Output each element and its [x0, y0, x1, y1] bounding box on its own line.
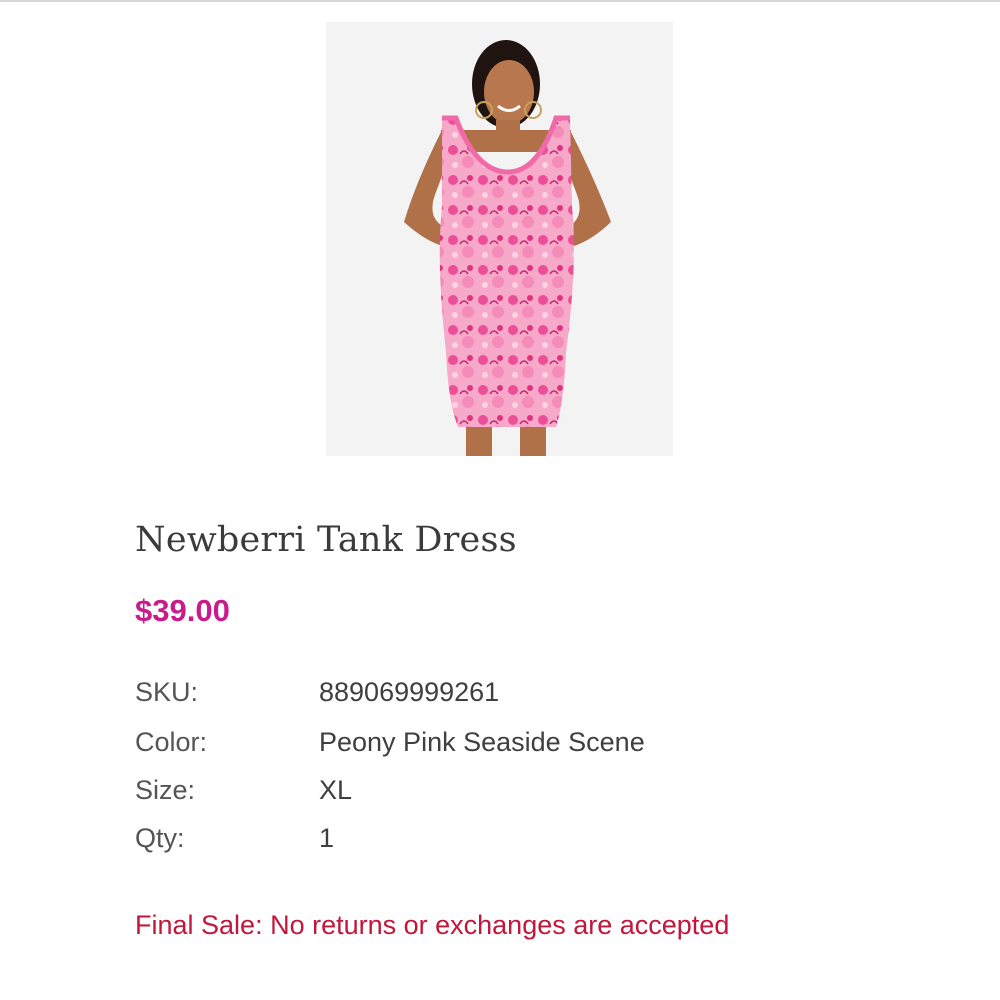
product-price: $39.00 — [135, 593, 230, 628]
detail-row-sku: SKU: 889069999261 — [135, 672, 835, 712]
qty-label: Qty: — [135, 823, 185, 853]
color-value: Peony Pink Seaside Scene — [319, 727, 645, 757]
qty-value: 1 — [319, 823, 335, 853]
color-label: Color: — [135, 727, 208, 757]
dress-photo-illustration — [326, 22, 673, 456]
sku-value: 889069999261 — [319, 677, 500, 707]
product-image[interactable] — [326, 22, 673, 456]
sku-label: SKU: — [135, 677, 199, 707]
size-value: XL — [319, 775, 353, 805]
detail-row-qty: Qty: 1 — [135, 818, 835, 858]
top-divider — [0, 0, 1000, 2]
detail-row-color: Color: Peony Pink Seaside Scene — [135, 722, 835, 762]
size-label: Size: — [135, 775, 196, 805]
final-sale-notice: Final Sale: No returns or exchanges are … — [135, 910, 730, 940]
detail-row-size: Size: XL — [135, 770, 835, 810]
product-name: Newberri Tank Dress — [135, 520, 517, 560]
